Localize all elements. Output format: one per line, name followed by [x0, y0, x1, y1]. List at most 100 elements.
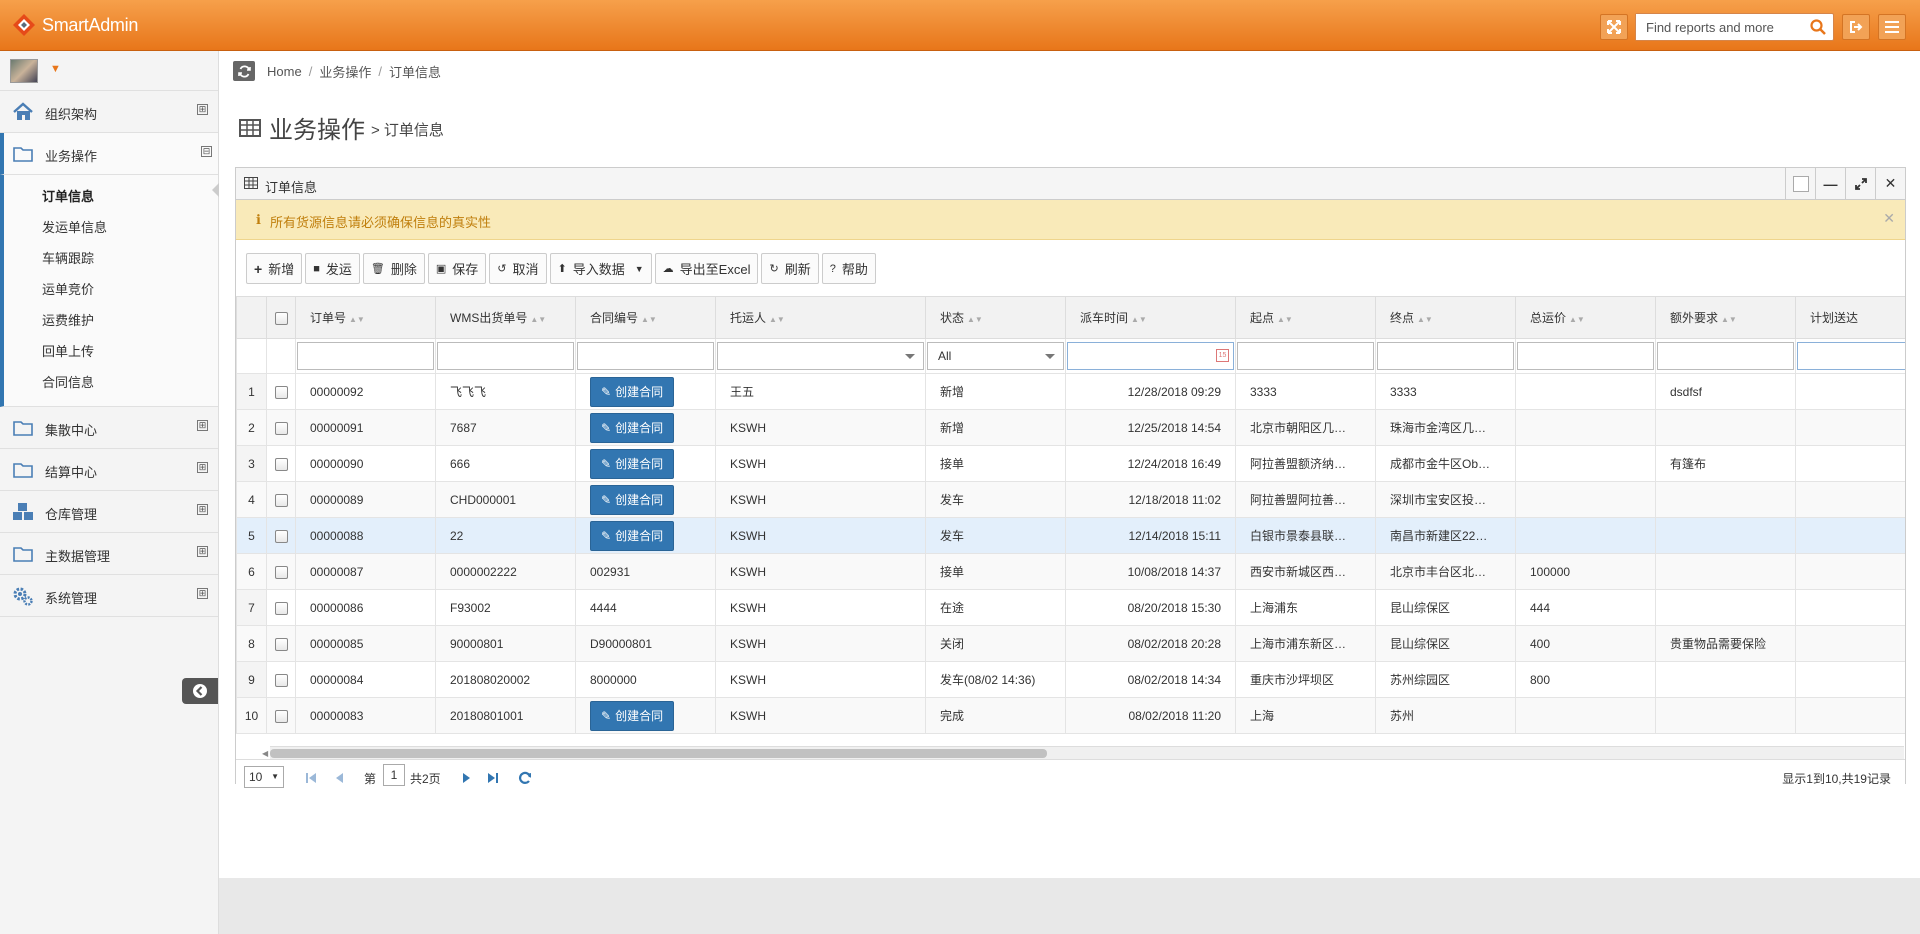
logo[interactable]: SmartAdmin — [11, 12, 138, 38]
ship-button[interactable]: ■ 发运 — [305, 253, 360, 284]
row-select-cell[interactable] — [266, 409, 296, 446]
submenu-item-shipments[interactable]: 发运单信息 — [4, 212, 218, 243]
scroll-left-icon[interactable]: ◀ — [262, 749, 268, 758]
calendar-icon[interactable]: 15 — [1216, 349, 1229, 362]
import-button[interactable]: ⬆ 导入数据 ▼ — [549, 253, 652, 284]
wms-filter-input[interactable] — [437, 342, 574, 370]
submenu-item-bidding[interactable]: 运单竞价 — [4, 274, 218, 305]
row-checkbox[interactable] — [274, 601, 288, 615]
submenu-item-receipt-upload[interactable]: 回单上传 — [4, 336, 218, 367]
row-select-cell[interactable] — [266, 445, 296, 482]
contract-filter-input[interactable] — [577, 342, 714, 370]
add-button[interactable]: + 新增 — [246, 253, 303, 284]
collapse-widget-button[interactable]: — — [1815, 168, 1845, 199]
column-header[interactable]: 起点 ▲▼ — [1235, 296, 1376, 339]
column-header[interactable]: 终点 ▲▼ — [1375, 296, 1516, 339]
submenu-item-freight[interactable]: 运费维护 — [4, 305, 218, 336]
order-filter-input[interactable] — [297, 342, 434, 370]
expand-toggle-icon[interactable]: ⊞ — [197, 420, 208, 431]
table-row[interactable]: 4 00000089 CHD000001 ✎ 创建合同 KSWH 发车 12/18/2018 … — [236, 481, 1905, 518]
row-select-cell[interactable] — [266, 553, 296, 590]
row-select-cell[interactable] — [266, 481, 296, 518]
sidebar-item-business[interactable]: 业务操作 ⊟ — [0, 133, 218, 175]
sidebar-item-distribution[interactable]: 集散中心 ⊞ — [0, 407, 218, 449]
chevron-down-icon[interactable]: ▼ — [50, 63, 61, 75]
scrollbar-thumb[interactable] — [270, 749, 1047, 758]
extra-filter-input[interactable] — [1657, 342, 1794, 370]
row-checkbox[interactable] — [274, 709, 288, 723]
create-contract-button[interactable]: ✎ 创建合同 — [590, 520, 675, 551]
destination-filter-input[interactable] — [1377, 342, 1514, 370]
create-contract-button[interactable]: ✎ 创建合同 — [590, 376, 675, 407]
sidebar-item-master-data[interactable]: 主数据管理 ⊞ — [0, 533, 218, 575]
dispatch-time-filter[interactable]: 15 — [1067, 342, 1234, 370]
column-header[interactable]: 状态 ▲▼ — [925, 296, 1066, 339]
table-row[interactable]: 5 00000088 22 ✎ 创建合同 KSWH 发车 12/14/2018 15:11 白银… — [236, 517, 1905, 554]
column-header[interactable]: 托运人 ▲▼ — [715, 296, 926, 339]
page-input[interactable]: 1 — [383, 764, 405, 786]
column-header[interactable]: 总运价 ▲▼ — [1515, 296, 1656, 339]
expand-toggle-icon[interactable]: ⊞ — [197, 462, 208, 473]
prev-page-button[interactable] — [328, 768, 350, 788]
fullscreen-widget-button[interactable] — [1845, 168, 1875, 199]
row-checkbox[interactable] — [274, 421, 288, 435]
table-row[interactable]: 9 00000084 201808020002 8000000 KSWH 发车(08/02… — [236, 661, 1905, 698]
sidebar-item-settlement[interactable]: 结算中心 ⊞ — [0, 449, 218, 491]
close-widget-button[interactable]: ✕ — [1875, 168, 1905, 199]
price-filter-input[interactable] — [1517, 342, 1654, 370]
last-page-button[interactable] — [482, 768, 504, 788]
table-row[interactable]: 10 00000083 20180801001 ✎ 创建合同 KSWH 完成 08/02/20… — [236, 697, 1905, 734]
export-excel-button[interactable]: ☁ 导出至Excel — [654, 253, 759, 284]
row-checkbox[interactable] — [274, 637, 288, 651]
row-checkbox[interactable] — [274, 385, 288, 399]
row-select-cell[interactable] — [266, 697, 296, 734]
horizontal-scrollbar[interactable]: ◀ — [262, 746, 1904, 759]
create-contract-button[interactable]: ✎ 创建合同 — [590, 700, 675, 731]
row-select-cell[interactable] — [266, 517, 296, 554]
page-size-select[interactable]: 10 ▼ — [244, 766, 284, 788]
column-header[interactable]: 订单号 ▲▼ — [295, 296, 436, 339]
row-checkbox[interactable] — [274, 529, 288, 543]
column-header[interactable]: WMS出货单号 ▲▼ — [435, 296, 576, 339]
user-info[interactable]: ▼ — [0, 51, 218, 91]
reload-page-button[interactable] — [233, 61, 255, 81]
table-row[interactable]: 7 00000086 F93002 4444 KSWH 在途 08/20/2018 15:3… — [236, 589, 1905, 626]
expand-toggle-icon[interactable]: ⊞ — [197, 546, 208, 557]
row-checkbox[interactable] — [274, 673, 288, 687]
column-header[interactable]: 合同编号 ▲▼ — [575, 296, 716, 339]
close-icon[interactable]: ✕ — [1883, 210, 1895, 227]
sidebar-item-system[interactable]: 系统管理 ⊞ — [0, 575, 218, 617]
refresh-button[interactable]: ↻ 刷新 — [761, 253, 819, 284]
avatar[interactable] — [10, 59, 38, 83]
first-page-button[interactable] — [300, 768, 322, 788]
expand-toggle-icon[interactable]: ⊞ — [197, 504, 208, 515]
table-row[interactable]: 3 00000090 666 ✎ 创建合同 KSWH 接单 12/24/2018 16:49 阿… — [236, 445, 1905, 482]
create-contract-button[interactable]: ✎ 创建合同 — [590, 412, 675, 443]
expand-toggle-icon[interactable]: ⊞ — [197, 588, 208, 599]
breadcrumb-business[interactable]: 业务操作 — [319, 62, 371, 81]
search-icon[interactable] — [1809, 18, 1827, 36]
column-header[interactable]: 计划送达 — [1795, 296, 1905, 339]
fullscreen-button[interactable] — [1600, 14, 1628, 40]
row-checkbox[interactable] — [274, 493, 288, 507]
eta-filter-input[interactable] — [1797, 342, 1905, 370]
submenu-item-orders[interactable]: 订单信息 — [4, 181, 218, 212]
status-filter-select[interactable]: All — [927, 342, 1064, 370]
create-contract-button[interactable]: ✎ 创建合同 — [590, 448, 675, 479]
minify-sidebar-button[interactable] — [182, 678, 218, 704]
next-page-button[interactable] — [456, 768, 478, 788]
column-header[interactable]: 额外要求 ▲▼ — [1655, 296, 1796, 339]
origin-filter-input[interactable] — [1237, 342, 1374, 370]
row-select-cell[interactable] — [266, 589, 296, 626]
row-checkbox[interactable] — [274, 565, 288, 579]
row-select-cell[interactable] — [266, 661, 296, 698]
help-button[interactable]: ? 帮助 — [821, 253, 876, 284]
delete-button[interactable]: 🗑 删除 — [362, 253, 425, 284]
search-input[interactable] — [1636, 14, 1796, 40]
shipper-filter-select[interactable] — [717, 342, 924, 370]
table-row[interactable]: 2 00000091 7687 ✎ 创建合同 KSWH 新增 12/25/2018 14:54… — [236, 409, 1905, 446]
collapse-toggle-icon[interactable]: ⊟ — [201, 146, 212, 157]
expand-toggle-icon[interactable]: ⊞ — [197, 104, 208, 115]
color-picker-button[interactable] — [1785, 168, 1815, 199]
table-row[interactable]: 8 00000085 90000801 D90000801 KSWH 关闭 08/02/20… — [236, 625, 1905, 662]
